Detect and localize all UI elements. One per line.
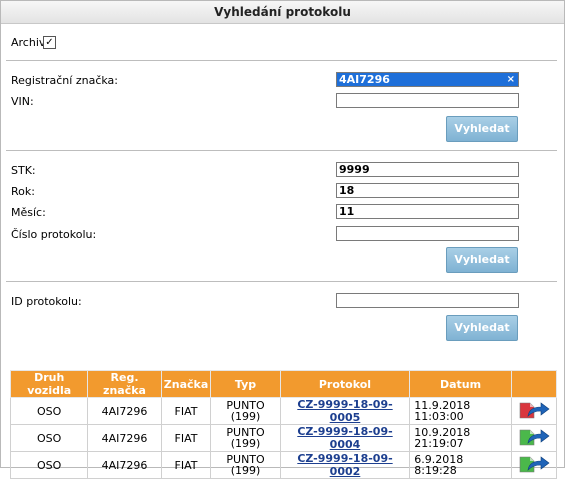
search-button-id[interactable]: Vyhledat	[446, 315, 518, 341]
year-label: Rok:	[11, 185, 35, 198]
protocol-id-input[interactable]	[336, 293, 519, 308]
table-row: OSO 4AI7296 FIAT PUNTO (199) CZ-9999-18-09-00…	[9, 397, 558, 425]
cell-make: FIAT	[160, 451, 212, 479]
cell-actions	[510, 424, 558, 452]
stk-label: STK:	[11, 164, 36, 177]
cell-make: FIAT	[160, 424, 212, 452]
month-label: Měsíc:	[11, 206, 46, 219]
registration-label: Registrační značka:	[11, 74, 118, 87]
col-header-make: Značka	[160, 370, 212, 398]
cell-vehicle-type: OSO	[9, 451, 89, 479]
vin-input[interactable]	[336, 93, 519, 108]
clear-icon[interactable]: ×	[507, 73, 515, 86]
cell-protocol: CZ-9999-18-09-0002	[279, 451, 411, 479]
cell-date: 6.9.2018 8:19:28	[409, 451, 512, 479]
col-header-type: Typ	[210, 370, 281, 398]
protocol-link[interactable]: CZ-9999-18-09-0005	[297, 398, 392, 424]
search-button-stk[interactable]: Vyhledat	[446, 247, 518, 273]
cell-vehicle-type: OSO	[9, 397, 89, 425]
cell-protocol: CZ-9999-18-09-0004	[279, 424, 411, 452]
registration-value: 4AI7296	[339, 73, 390, 86]
archive-checkbox[interactable]: ✓	[43, 36, 56, 49]
cell-actions	[510, 451, 558, 479]
protocol-id-label: ID protokolu:	[11, 295, 82, 308]
cell-registration: 4AI7296	[87, 424, 162, 452]
panel-title: Vyhledání protokolu	[1, 1, 564, 24]
table-row: OSO 4AI7296 FIAT PUNTO (199) CZ-9999-18-09-00…	[9, 424, 558, 452]
cell-type: PUNTO (199)	[210, 424, 281, 452]
col-header-vehicle-type: Druh vozidla	[9, 370, 89, 398]
col-header-registration: Reg. značka	[87, 370, 162, 398]
year-input[interactable]: 18	[336, 183, 519, 198]
separator	[6, 150, 557, 151]
type-code: (199)	[230, 464, 261, 477]
vin-label: VIN:	[11, 95, 34, 108]
open-protocol-icon[interactable]	[517, 400, 551, 420]
open-protocol-icon[interactable]	[517, 454, 551, 474]
date-line-2: 11:03:00	[414, 410, 464, 423]
open-protocol-icon[interactable]	[517, 427, 551, 447]
registration-input[interactable]: 4AI7296 ×	[336, 72, 519, 87]
cell-vehicle-type: OSO	[9, 424, 89, 452]
stk-input[interactable]: 9999	[336, 162, 519, 177]
table-row: OSO 4AI7296 FIAT PUNTO (199) CZ-9999-18-09-00…	[9, 451, 558, 479]
cell-actions	[510, 397, 558, 425]
month-input[interactable]: 11	[336, 204, 519, 219]
cell-make: FIAT	[160, 397, 212, 425]
protocol-number-input[interactable]	[336, 226, 519, 241]
col-header-actions	[510, 370, 558, 398]
protocol-link[interactable]: CZ-9999-18-09-0002	[297, 452, 392, 478]
separator	[6, 60, 557, 61]
table-header-row: Druh vozidla Reg. značka Značka Typ Prot…	[9, 370, 558, 398]
protocol-number-label: Číslo protokolu:	[11, 228, 97, 241]
cell-type: PUNTO (199)	[210, 451, 281, 479]
date-line-1: 6.9.2018 8:19:28	[414, 453, 464, 477]
search-button-registration[interactable]: Vyhledat	[446, 116, 518, 142]
date-line-2: 21:19:07	[414, 437, 464, 450]
separator	[6, 281, 557, 282]
cell-registration: 4AI7296	[87, 451, 162, 479]
col-header-protocol: Protokol	[279, 370, 411, 398]
cell-type: PUNTO (199)	[210, 397, 281, 425]
cell-date: 11.9.2018 11:03:00	[409, 397, 512, 425]
cell-registration: 4AI7296	[87, 397, 162, 425]
col-header-date: Datum	[409, 370, 512, 398]
type-code: (199)	[230, 437, 261, 450]
results-table: Druh vozidla Reg. značka Značka Typ Prot…	[9, 370, 558, 479]
cell-date: 10.9.2018 21:19:07	[409, 424, 512, 452]
archive-label: Archiv	[11, 36, 46, 49]
type-code: (199)	[230, 410, 261, 423]
protocol-link[interactable]: CZ-9999-18-09-0004	[297, 425, 392, 451]
cell-protocol: CZ-9999-18-09-0005	[279, 397, 411, 425]
